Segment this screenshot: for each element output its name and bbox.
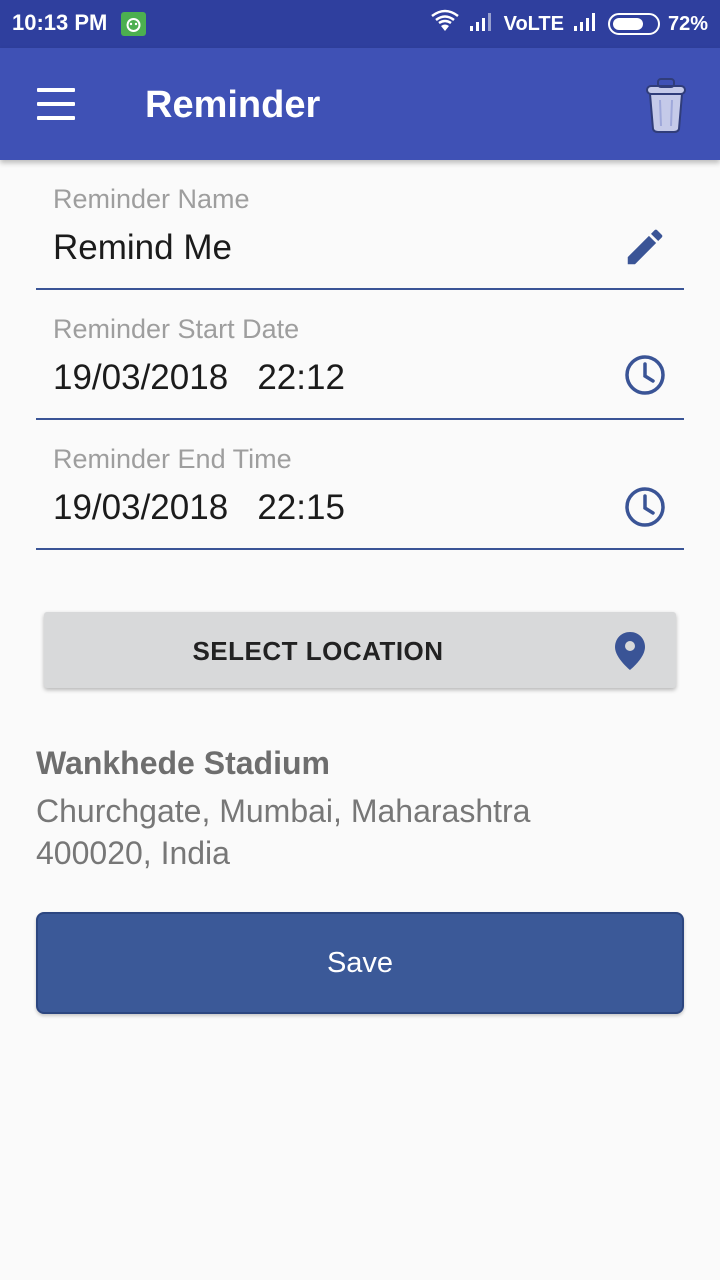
location-pin-icon bbox=[612, 630, 648, 672]
wifi-icon bbox=[430, 9, 460, 39]
reminder-start-date-label: Reminder Start Date bbox=[53, 314, 300, 344]
edit-pencil-icon[interactable] bbox=[622, 224, 668, 270]
reminder-end-time-value[interactable]: 19/03/2018 22:15 bbox=[53, 488, 345, 528]
signal-icon bbox=[572, 10, 600, 38]
reminder-end-time-field[interactable]: Reminder End Time 19/03/2018 22:15 bbox=[36, 420, 684, 550]
battery-fill bbox=[612, 18, 644, 30]
save-button[interactable]: Save bbox=[36, 912, 684, 1014]
clock-icon[interactable] bbox=[622, 484, 668, 530]
reminder-start-date-value[interactable]: 19/03/2018 22:12 bbox=[53, 358, 345, 398]
select-location-label: SELECT LOCATION bbox=[192, 636, 444, 666]
signal-icon bbox=[468, 10, 496, 38]
page-title: Reminder bbox=[145, 84, 321, 126]
select-location-button[interactable]: SELECT LOCATION bbox=[44, 612, 676, 688]
reminder-name-label: Reminder Name bbox=[53, 184, 250, 214]
notification-app-icon bbox=[121, 12, 146, 36]
location-address: Churchgate, Mumbai, Maharashtra 400020, … bbox=[36, 793, 531, 871]
reminder-start-date-field[interactable]: Reminder Start Date 19/03/2018 22:12 bbox=[36, 290, 684, 420]
status-bar: 10:13 PM VoLTE 72% bbox=[0, 0, 720, 48]
network-type: VoLTE bbox=[503, 12, 564, 35]
battery-percent: 72% bbox=[667, 12, 708, 35]
reminder-name-input[interactable]: Remind Me bbox=[53, 228, 232, 268]
reminder-name-field[interactable]: Reminder Name Remind Me bbox=[36, 160, 684, 290]
reminder-end-time-label: Reminder End Time bbox=[53, 444, 292, 474]
app-bar: Reminder bbox=[0, 48, 720, 160]
trash-icon[interactable] bbox=[638, 74, 694, 134]
clock-icon[interactable] bbox=[622, 352, 668, 398]
location-name: Wankhede Stadium bbox=[36, 745, 330, 781]
status-time: 10:13 PM bbox=[12, 10, 108, 35]
menu-icon[interactable] bbox=[26, 82, 86, 126]
battery-icon bbox=[607, 13, 660, 35]
